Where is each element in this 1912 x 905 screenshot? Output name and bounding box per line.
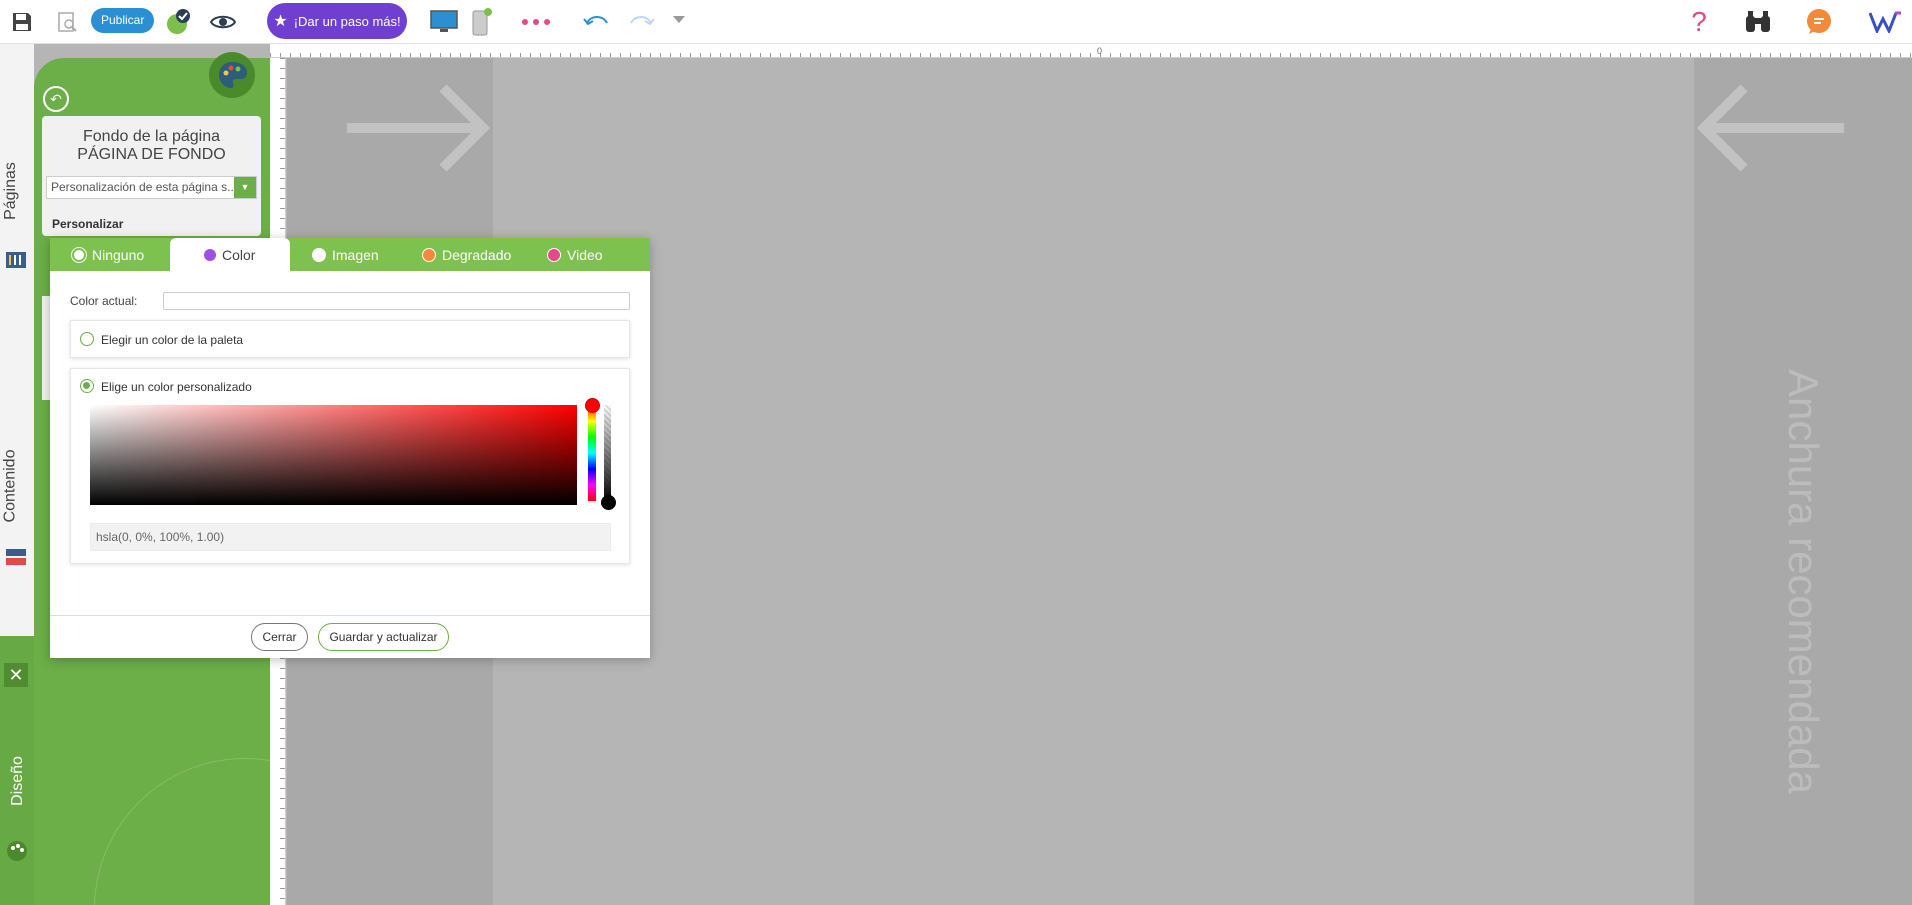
chevron-down-icon: ▼ bbox=[234, 177, 256, 198]
arrow-right-icon bbox=[347, 84, 491, 172]
publish-button[interactable]: Publicar bbox=[91, 8, 155, 33]
dialog-footer-divider bbox=[50, 615, 650, 616]
tab-pages[interactable]: Páginas bbox=[2, 162, 20, 220]
more-icon[interactable] bbox=[522, 19, 550, 25]
panel-title-line2: PÁGINA DE FONDO bbox=[77, 146, 226, 163]
arrow-left-icon bbox=[1696, 84, 1844, 172]
current-color-label: Color actual: bbox=[70, 294, 138, 308]
customization-select-value: Personalización de esta página s... bbox=[51, 180, 238, 194]
tab-content[interactable]: Contenido bbox=[1, 450, 19, 523]
tab-gradient[interactable]: Degradado bbox=[400, 238, 525, 271]
panel-title: Fondo de la página PÁGINA DE FONDO bbox=[42, 128, 261, 164]
palette-option-label: Elegir un color de la paleta bbox=[101, 333, 244, 347]
customization-select[interactable]: Personalización de esta página s... ▼ bbox=[46, 176, 257, 199]
hue-slider[interactable] bbox=[588, 405, 596, 501]
save-icon[interactable] bbox=[8, 8, 36, 36]
top-ruler bbox=[270, 44, 1912, 58]
star-icon: ★ bbox=[273, 13, 288, 30]
content-icon[interactable] bbox=[5, 546, 27, 573]
mobile-icon[interactable] bbox=[468, 8, 496, 36]
tab-none-label: Ninguno bbox=[92, 246, 145, 263]
gradient-icon bbox=[422, 247, 436, 262]
tab-image-label: Imagen bbox=[332, 246, 379, 263]
logo-icon[interactable] bbox=[1869, 8, 1903, 36]
history-dropdown-icon[interactable] bbox=[665, 6, 693, 34]
alpha-slider[interactable] bbox=[604, 405, 611, 501]
ruler-zero-label: 0 bbox=[1097, 46, 1103, 56]
eye-icon[interactable] bbox=[209, 8, 237, 36]
recommended-width-label: Anchura recomendada bbox=[1780, 369, 1827, 794]
preview-page-icon[interactable] bbox=[53, 8, 81, 36]
panel-title-line1: Fondo de la página bbox=[83, 128, 220, 145]
panel-subtitle: Personalizar bbox=[52, 217, 124, 231]
redo-icon[interactable] bbox=[628, 8, 656, 36]
color-dot-icon bbox=[204, 248, 216, 261]
help-icon[interactable]: ? bbox=[1685, 6, 1713, 37]
pages-icon[interactable] bbox=[5, 249, 27, 276]
save-update-button[interactable]: Guardar y actualizar bbox=[318, 623, 449, 651]
chat-icon[interactable] bbox=[1805, 8, 1833, 36]
close-panel-icon[interactable]: ✕ bbox=[4, 663, 28, 687]
palette-option[interactable]: Elegir un color de la paleta bbox=[70, 320, 630, 358]
desktop-icon[interactable] bbox=[430, 8, 458, 36]
undo-icon[interactable] bbox=[582, 8, 610, 36]
tab-gradient-label: Degradado bbox=[442, 246, 512, 263]
top-toolbar: Publicar ★ ¡Dar un paso más! ? bbox=[0, 0, 1912, 44]
binoculars-icon[interactable] bbox=[1744, 8, 1772, 36]
none-icon bbox=[72, 247, 86, 262]
palette-icon[interactable] bbox=[6, 840, 28, 867]
tab-image[interactable]: Imagen bbox=[290, 238, 400, 271]
background-dialog: Ninguno Color Imagen Degradado Video Col… bbox=[50, 238, 650, 658]
tab-video[interactable]: Video bbox=[525, 238, 650, 271]
tab-design[interactable]: Diseño bbox=[9, 756, 27, 806]
palette-radio[interactable] bbox=[80, 332, 94, 346]
custom-radio[interactable] bbox=[80, 379, 94, 393]
checklist-icon[interactable] bbox=[165, 8, 193, 36]
back-icon[interactable]: ↶ bbox=[43, 86, 69, 112]
sv-handle[interactable] bbox=[86, 400, 95, 409]
close-button[interactable]: Cerrar bbox=[251, 623, 308, 651]
alpha-handle[interactable] bbox=[601, 495, 616, 510]
video-icon bbox=[547, 247, 561, 262]
upgrade-button[interactable]: ★ ¡Dar un paso más! bbox=[267, 3, 407, 39]
custom-option-label: Elige un color personalizado bbox=[101, 380, 252, 394]
image-icon bbox=[312, 247, 326, 262]
background-type-tabs: Ninguno Color Imagen Degradado Video bbox=[50, 238, 650, 271]
tab-video-label: Video bbox=[567, 246, 603, 263]
tab-none[interactable]: Ninguno bbox=[50, 238, 170, 271]
tab-color[interactable]: Color bbox=[170, 238, 290, 271]
current-color-input[interactable] bbox=[163, 292, 630, 310]
tab-color-label: Color bbox=[222, 246, 256, 263]
hsla-value-field[interactable]: hsla(0, 0%, 100%, 1.00) bbox=[90, 523, 611, 551]
design-palette-icon bbox=[209, 52, 255, 98]
hue-handle[interactable] bbox=[585, 398, 600, 413]
upgrade-label: ¡Dar un paso más! bbox=[293, 13, 401, 29]
saturation-value-picker[interactable] bbox=[90, 405, 577, 505]
